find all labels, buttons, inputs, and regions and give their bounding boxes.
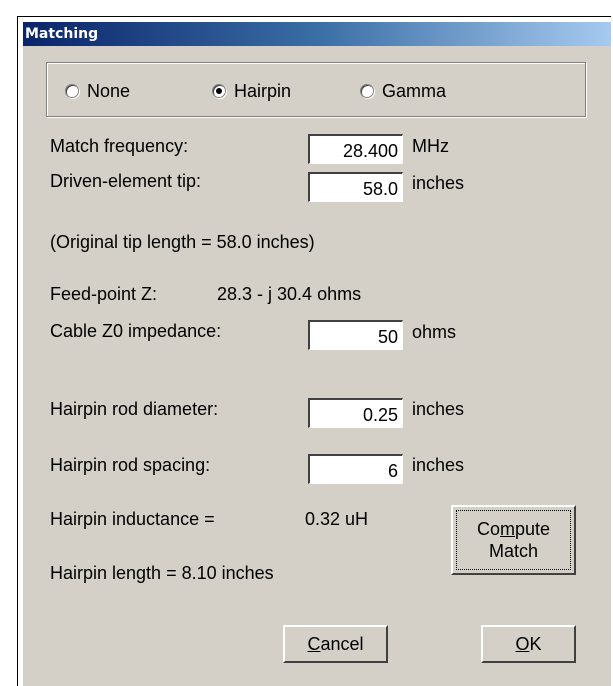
compute-match-line2: Match — [488, 541, 539, 561]
driven-tip-label: Driven-element tip: — [50, 171, 202, 191]
cancel-button[interactable]: Cancel — [283, 625, 388, 663]
match-type-group: None Hairpin Gamma — [46, 62, 586, 117]
driven-tip-unit: inches — [412, 173, 465, 193]
feed-point-value: 28.3 - j 30.4 ohms — [217, 284, 362, 304]
radio-hairpin-label: Hairpin — [234, 80, 292, 101]
hairpin-length-text: Hairpin length = 8.10 inches — [50, 563, 274, 583]
compute-match-line1: Compute — [477, 518, 550, 540]
rod-spacing-input[interactable]: 6 — [308, 454, 403, 484]
radio-none-circle[interactable] — [65, 84, 79, 98]
rod-spacing-label: Hairpin rod spacing: — [50, 455, 211, 475]
match-frequency-label: Match frequency: — [50, 136, 189, 156]
rod-spacing-unit: inches — [412, 455, 465, 475]
cable-z0-unit: ohms — [412, 322, 457, 342]
radio-none[interactable]: None — [65, 81, 130, 101]
cancel-label-rest: ancel — [320, 634, 364, 654]
window-title: Matching — [25, 26, 99, 42]
inductance-value: 0.32 uH — [305, 509, 369, 529]
compute-label-part: Co — [476, 519, 500, 539]
match-frequency-unit: MHz — [412, 136, 449, 156]
radio-gamma-label: Gamma — [382, 80, 447, 101]
rod-diameter-input[interactable]: 0.25 — [308, 398, 403, 428]
compute-match-button[interactable]: Compute Match — [451, 505, 576, 575]
radio-hairpin-circle[interactable] — [212, 84, 226, 98]
radio-none-label: None — [87, 80, 131, 101]
compute-label-part: pute — [514, 519, 551, 539]
ok-accel: O — [515, 634, 530, 654]
cancel-accel: C — [307, 634, 321, 654]
ok-button-label: OK — [515, 633, 541, 655]
inductance-label: Hairpin inductance = — [50, 509, 215, 529]
driven-tip-input[interactable]: 58.0 — [308, 172, 403, 202]
radio-hairpin[interactable]: Hairpin — [212, 81, 291, 101]
cable-z0-input[interactable]: 50 — [308, 320, 403, 350]
ok-label-rest: K — [529, 634, 542, 654]
matching-dialog: Matching None Hairpin Gamma Match freque… — [22, 21, 611, 686]
original-tip-text: (Original tip length = 58.0 inches) — [50, 232, 315, 252]
compute-label-accel: m — [499, 519, 515, 539]
match-frequency-input[interactable]: 28.400 — [308, 134, 403, 164]
title-bar[interactable]: Matching — [23, 22, 611, 46]
feed-point-label: Feed-point Z: — [50, 284, 158, 304]
rod-diameter-unit: inches — [412, 399, 465, 419]
ok-button[interactable]: OK — [481, 625, 576, 663]
radio-gamma-circle[interactable] — [360, 84, 374, 98]
cancel-button-label: Cancel — [307, 633, 363, 655]
cable-z0-label: Cable Z0 impedance: — [50, 321, 222, 341]
radio-gamma[interactable]: Gamma — [360, 81, 446, 101]
rod-diameter-label: Hairpin rod diameter: — [50, 399, 219, 419]
dialog-frame: Matching None Hairpin Gamma Match freque… — [17, 16, 611, 686]
